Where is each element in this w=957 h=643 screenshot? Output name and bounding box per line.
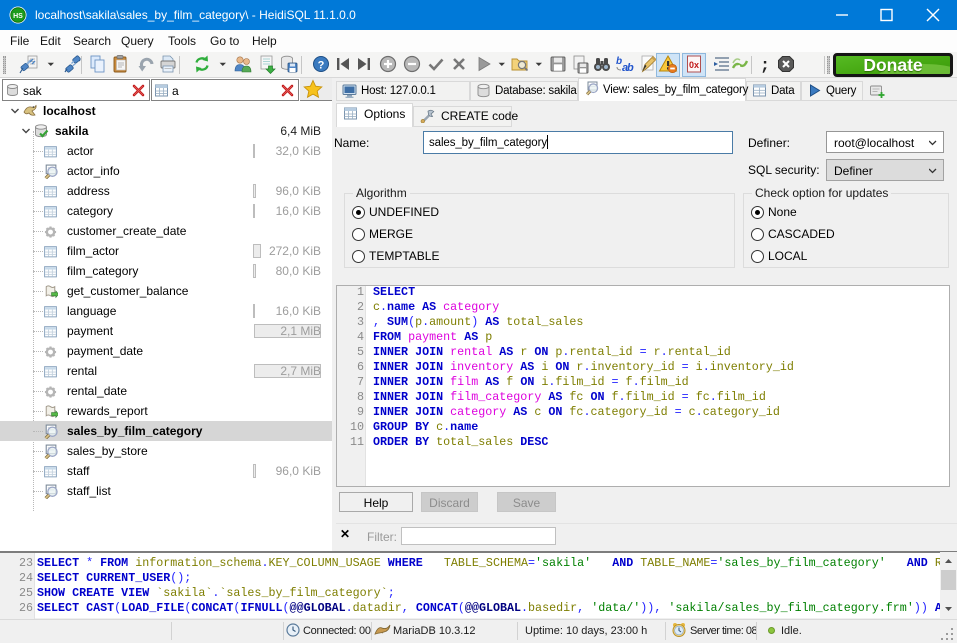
svg-text:;: ; — [760, 57, 770, 74]
svg-text:HS: HS — [13, 13, 23, 20]
svg-text:?: ? — [318, 60, 325, 72]
svg-text:b: b — [627, 62, 634, 74]
svg-text:0x: 0x — [689, 60, 699, 70]
